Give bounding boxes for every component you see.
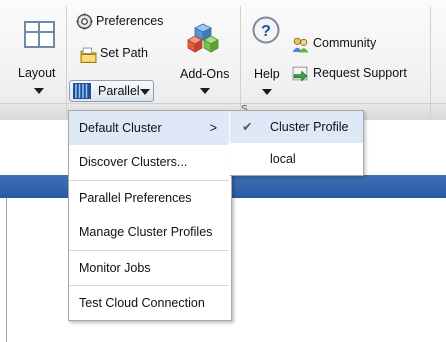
menu-item-discover-clusters[interactable]: Discover Clusters...: [69, 145, 229, 179]
layout-button[interactable]: Layout: [14, 10, 66, 102]
menu-item-default-cluster[interactable]: Default Cluster >: [69, 111, 229, 145]
parallel-menu: Default Cluster > Discover Clusters... P…: [68, 110, 232, 321]
request-support-button[interactable]: Request Support: [290, 64, 430, 84]
separator: [430, 6, 431, 118]
menu-item-label: Discover Clusters...: [79, 155, 188, 169]
submenu-item-label: local: [270, 152, 296, 166]
folder-icon: [80, 47, 97, 63]
submenu-item-cluster-profile[interactable]: ✔ Cluster Profile: [230, 111, 363, 143]
community-button[interactable]: Community: [290, 34, 400, 54]
addons-icon: [187, 23, 219, 53]
parallel-icon: [73, 83, 91, 99]
parallel-label: Parallel: [98, 84, 140, 98]
menu-item-label: Monitor Jobs: [79, 261, 151, 275]
set-path-button[interactable]: Set Path: [74, 44, 174, 64]
preferences-button[interactable]: Preferences: [74, 12, 174, 32]
request-support-icon: [292, 66, 308, 82]
help-icon: ?: [252, 16, 280, 44]
add-ons-label: Add-Ons: [180, 67, 230, 81]
menu-item-label: Default Cluster: [79, 121, 162, 135]
chevron-down-icon: [140, 89, 150, 95]
help-button[interactable]: ? Help: [248, 12, 286, 102]
chevron-down-icon: [34, 88, 44, 94]
parallel-button[interactable]: Parallel: [69, 80, 154, 102]
submenu-arrow-icon: >: [209, 121, 217, 135]
menu-item-monitor-jobs[interactable]: Monitor Jobs: [69, 251, 229, 285]
separator: [240, 6, 241, 118]
default-cluster-submenu: ✔ Cluster Profile local: [230, 110, 364, 176]
submenu-item-local[interactable]: local: [230, 143, 363, 175]
toolstrip: S Layout Preferences Set Path: [0, 0, 446, 120]
chevron-down-icon: [200, 88, 210, 94]
layout-label: Layout: [18, 66, 56, 80]
request-support-label: Request Support: [313, 66, 407, 80]
svg-text:?: ?: [261, 23, 271, 40]
help-label: Help: [254, 67, 280, 81]
menu-item-test-cloud-connection[interactable]: Test Cloud Connection: [69, 286, 229, 320]
menu-item-label: Parallel Preferences: [79, 191, 192, 205]
chevron-down-icon: [262, 89, 272, 95]
menu-item-label: Manage Cluster Profiles: [79, 225, 213, 239]
checkmark-icon: ✔: [242, 119, 253, 134]
community-label: Community: [313, 36, 377, 50]
preferences-label: Preferences: [96, 14, 164, 28]
set-path-label: Set Path: [100, 46, 148, 60]
menu-item-label: Test Cloud Connection: [79, 296, 205, 310]
add-ons-button[interactable]: Add-Ons: [176, 20, 232, 102]
community-icon: [292, 37, 309, 53]
gear-icon: [76, 13, 93, 30]
separator: [66, 6, 67, 118]
layout-icon: [24, 21, 55, 48]
menu-item-manage-cluster-profiles[interactable]: Manage Cluster Profiles: [69, 215, 229, 249]
menu-item-parallel-preferences[interactable]: Parallel Preferences: [69, 181, 229, 215]
content-border: [6, 198, 7, 342]
submenu-item-label: Cluster Profile: [270, 120, 349, 134]
